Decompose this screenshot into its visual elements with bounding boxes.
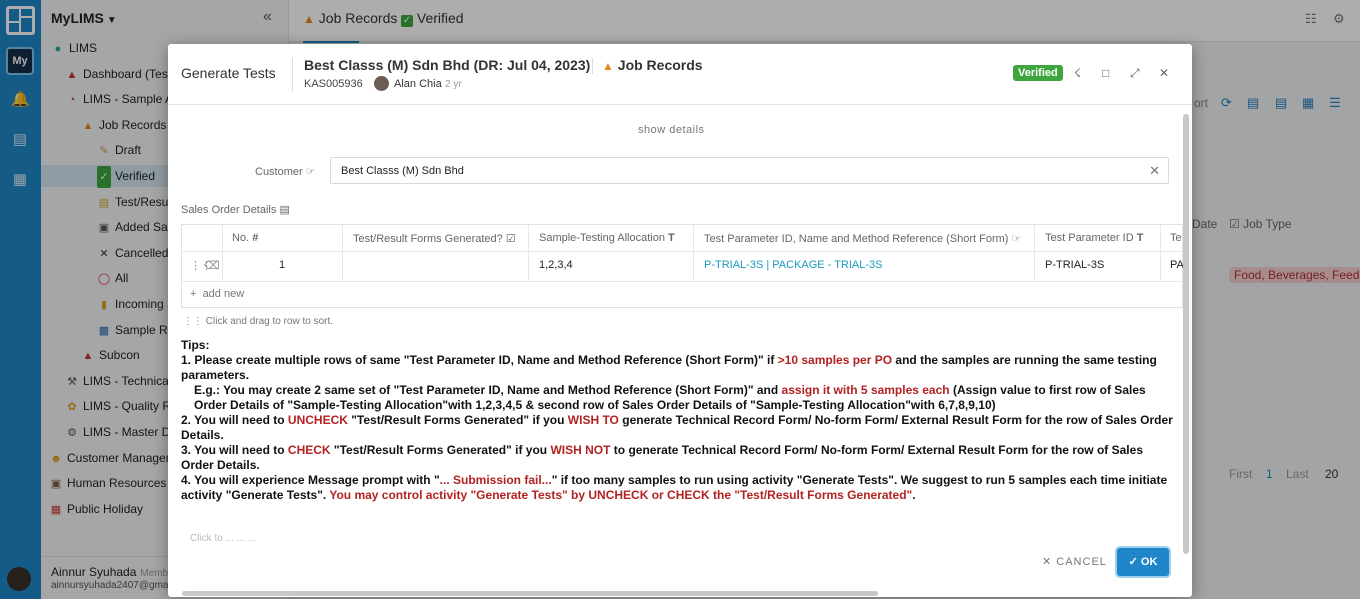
generate-tests-modal: Generate Tests Best Classs (M) Sdn Bhd (… bbox=[168, 44, 1192, 597]
row-number: 1 bbox=[279, 259, 286, 271]
column-header-allocation[interactable]: Sample-Testing Allocation T bbox=[539, 232, 675, 244]
app-root: My 🔔 ▤ ▦ MyLIMS ▼ « ● LIMS ▲ Dashboard (Tes… bbox=[0, 0, 1360, 599]
sales-order-grid: No. # Test/Result Forms Generated? ☑ Sam… bbox=[181, 224, 1184, 308]
clear-icon[interactable]: ✕ bbox=[1149, 163, 1160, 179]
column-header-test-parameter-id[interactable]: Test Parameter ID T bbox=[1045, 232, 1143, 244]
record-title: Best Classs (M) Sdn Bhd (DR: Jul 04, 202… bbox=[304, 57, 591, 73]
ok-button[interactable]: ✓ OK bbox=[1117, 548, 1169, 576]
close-icon[interactable]: ✕ bbox=[1159, 66, 1169, 80]
modal-title: Generate Tests bbox=[181, 65, 276, 81]
faded-field-label: Click to ... ... ... bbox=[190, 533, 257, 544]
share-icon[interactable]: ☇ bbox=[1074, 66, 1081, 80]
tip-1-example: E.g.: You may create 2 same set of "Test… bbox=[194, 383, 1146, 412]
drag-hint: ⋮⋮ Click and drag to row to sort. bbox=[183, 316, 334, 327]
header-divider bbox=[592, 58, 593, 74]
status-badge: Verified bbox=[1013, 65, 1063, 81]
customer-value: Best Classs (M) Sdn Bhd bbox=[341, 165, 464, 177]
tip-3: 3. You will need to CHECK "Test/Result F… bbox=[181, 443, 1143, 472]
close-icon: ✕ bbox=[1042, 556, 1053, 568]
tips-section: Tips: 1. Please create multiple rows of … bbox=[181, 338, 1173, 503]
column-header-forms-generated[interactable]: Test/Result Forms Generated? ☑ bbox=[353, 232, 516, 245]
expand-icon[interactable]: ⤢ bbox=[1130, 66, 1140, 81]
show-details-link[interactable]: show details bbox=[638, 124, 705, 136]
record-age: 2 yr bbox=[445, 79, 462, 90]
flask-icon: ▲ bbox=[602, 59, 614, 73]
sales-order-label: Sales Order Details ▤ bbox=[181, 204, 290, 216]
forms-generated-cell[interactable] bbox=[353, 259, 529, 273]
table-icon: ▤ bbox=[279, 204, 290, 216]
column-header-truncated[interactable]: Te bbox=[1170, 232, 1182, 244]
plus-icon: + bbox=[190, 288, 197, 300]
tip-4: 4. You will experience Message prompt wi… bbox=[181, 473, 1168, 502]
horizontal-scrollbar[interactable] bbox=[182, 591, 878, 596]
column-header-test-parameter[interactable]: Test Parameter ID, Name and Method Refer… bbox=[704, 232, 1021, 245]
allocation-cell[interactable]: 1,2,3,4 bbox=[539, 259, 573, 271]
trash-icon[interactable]: ⌫ bbox=[204, 259, 220, 272]
check-icon: ✓ bbox=[1128, 556, 1138, 568]
tip-1: 1. Please create multiple rows of same "… bbox=[181, 353, 1157, 382]
customer-field[interactable]: Best Classs (M) Sdn Bhd ✕ bbox=[330, 157, 1169, 184]
vertical-scrollbar[interactable] bbox=[1183, 114, 1189, 554]
record-code: KAS005936 bbox=[304, 78, 363, 90]
column-header-no[interactable]: No. # bbox=[232, 232, 258, 244]
job-records-link[interactable]: ▲ Job Records bbox=[602, 57, 703, 73]
cancel-button[interactable]: ✕ CANCEL bbox=[1042, 555, 1107, 568]
tip-2: 2. You will need to UNCHECK "Test/Result… bbox=[181, 413, 1173, 442]
divider bbox=[168, 104, 1192, 105]
customer-label: Customer ☞ bbox=[255, 166, 316, 178]
customer-icon: ☞ bbox=[305, 166, 316, 178]
tips-heading: Tips: bbox=[181, 338, 210, 352]
test-parameter-id-cell[interactable]: P-TRIAL-3S bbox=[1045, 259, 1104, 271]
avatar bbox=[374, 76, 389, 91]
comment-icon[interactable]: □ bbox=[1102, 66, 1109, 80]
drag-handle-icon: ⋮⋮ bbox=[183, 316, 203, 327]
record-owner: Alan Chia bbox=[394, 78, 442, 90]
test-parameter-link[interactable]: P-TRIAL-3S | PACKAGE - TRIAL-3S bbox=[704, 259, 883, 271]
truncated-cell[interactable]: PA bbox=[1170, 259, 1184, 271]
add-new-row-button[interactable]: + add new bbox=[190, 288, 244, 300]
header-divider bbox=[292, 58, 293, 92]
